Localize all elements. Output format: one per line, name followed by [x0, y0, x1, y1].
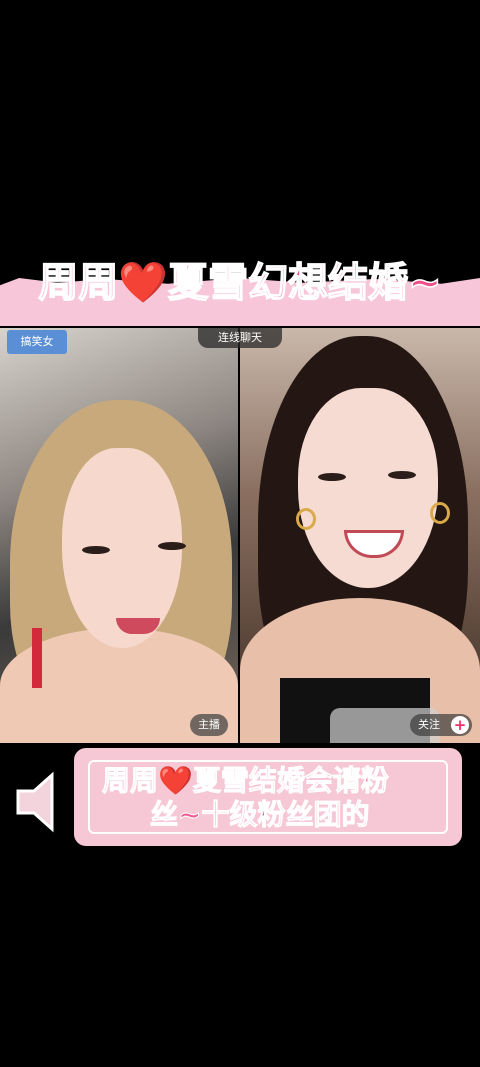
link-chat-label: 连线聊天: [198, 328, 282, 348]
eye: [318, 473, 346, 481]
subtitle-area: 周周❤️夏雪结婚会请粉 丝~十级粉丝团的: [0, 745, 480, 855]
subtitle-part-2: 夏雪结婚会请粉: [192, 764, 389, 798]
subtitle-text: 周周❤️夏雪结婚会请粉 丝~十级粉丝团的: [101, 764, 442, 832]
earring: [430, 502, 450, 524]
subtitle-box: 周周❤️夏雪结婚会请粉 丝~十级粉丝团的: [74, 748, 462, 846]
face: [298, 388, 438, 588]
host-label: 主播: [190, 714, 228, 736]
follow-label: 关注: [418, 718, 440, 731]
subtitle-line-2: 丝~十级粉丝团的: [150, 798, 370, 832]
title-part-1: 周周: [38, 259, 120, 307]
video-area: 搞笑女 主播 连线聊天 关注 +: [0, 328, 480, 743]
eye: [388, 471, 416, 479]
earring: [296, 508, 316, 530]
video-title: 周周❤️夏雪幻想结婚~: [0, 258, 480, 308]
title-part-2: 夏雪幻想结婚~: [167, 259, 442, 307]
subtitle-part-1: 周周: [101, 764, 159, 798]
eye: [82, 546, 110, 554]
streamer-tag[interactable]: 搞笑女: [7, 330, 67, 354]
title-banner: 周周❤️夏雪幻想结婚~: [0, 258, 480, 328]
eye: [158, 542, 186, 550]
heart-icon: ❤️: [118, 260, 169, 306]
follow-button[interactable]: 关注 +: [410, 714, 472, 736]
plus-icon[interactable]: +: [451, 716, 469, 734]
heart-icon: ❤️: [158, 764, 193, 797]
strap: [32, 628, 42, 688]
video-panel-right[interactable]: [240, 328, 480, 743]
video-panel-left[interactable]: 搞笑女 主播: [0, 328, 238, 743]
